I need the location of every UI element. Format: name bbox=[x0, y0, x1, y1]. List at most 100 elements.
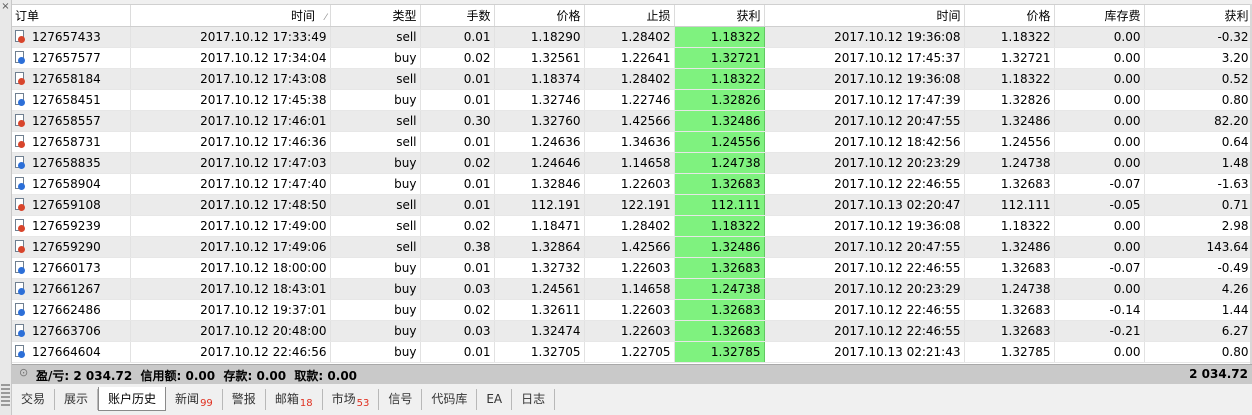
cell-open-time: 2017.10.12 17:34:04 bbox=[130, 47, 331, 69]
cell-open-time: 2017.10.12 17:43:08 bbox=[130, 68, 331, 90]
cell-profit: 2.98 bbox=[1144, 215, 1252, 237]
table-row[interactable]: 127657433 2017.10.12 17:33:49 sell 0.01 1.18… bbox=[12, 26, 1252, 48]
tab-5[interactable]: 邮箱18 bbox=[266, 389, 323, 410]
tab-7[interactable]: 信号 bbox=[379, 389, 423, 410]
cell-close-time: 2017.10.12 20:47:55 bbox=[764, 110, 965, 132]
cell-swap: -0.21 bbox=[1054, 320, 1145, 342]
cell-lots: 0.02 bbox=[420, 47, 495, 69]
tab-1[interactable]: 展示 bbox=[55, 389, 99, 410]
tab-badge: 53 bbox=[356, 398, 370, 409]
cell-order: 127657433 bbox=[12, 26, 131, 48]
drag-handle[interactable] bbox=[1, 384, 10, 408]
cell-stop-loss: 1.22603 bbox=[584, 173, 675, 195]
cell-lots: 0.01 bbox=[420, 194, 495, 216]
table-row[interactable]: 127659108 2017.10.12 17:48:50 sell 0.01 112.… bbox=[12, 194, 1252, 216]
column-header-lots[interactable]: 手数 bbox=[420, 5, 495, 27]
cell-close-price: 1.24738 bbox=[964, 152, 1055, 174]
cell-close-time: 2017.10.12 20:23:29 bbox=[764, 152, 965, 174]
table-row[interactable]: 127658557 2017.10.12 17:46:01 sell 0.30 1.32… bbox=[12, 110, 1252, 132]
cell-close-time: 2017.10.12 20:47:55 bbox=[764, 236, 965, 258]
cell-type: buy bbox=[330, 320, 421, 342]
table-row[interactable]: 127660173 2017.10.12 18:00:00 buy 0.01 1.327… bbox=[12, 257, 1252, 279]
table-row[interactable]: 127663706 2017.10.12 20:48:00 buy 0.03 1.324… bbox=[12, 320, 1252, 342]
cell-close-time: 2017.10.12 17:47:39 bbox=[764, 89, 965, 111]
cell-type: sell bbox=[330, 110, 421, 132]
side-toolbox-bar[interactable]: × bbox=[0, 0, 12, 415]
table-row[interactable]: 127658731 2017.10.12 17:46:36 sell 0.01 1.24… bbox=[12, 131, 1252, 153]
cell-profit: -0.32 bbox=[1144, 26, 1252, 48]
column-header-type[interactable]: 类型 bbox=[330, 5, 421, 27]
tab-badge: 99 bbox=[200, 398, 213, 409]
cell-close-time: 2017.10.12 19:36:08 bbox=[764, 215, 965, 237]
column-header-order[interactable]: 订单 bbox=[12, 5, 131, 27]
cell-order: 127658557 bbox=[12, 110, 131, 132]
column-header-take-profit[interactable]: 获利 bbox=[674, 5, 765, 27]
cell-profit: 0.71 bbox=[1144, 194, 1252, 216]
table-row[interactable]: 127661267 2017.10.12 18:43:01 buy 0.03 1.245… bbox=[12, 278, 1252, 300]
column-header-stop-loss[interactable]: 止损 bbox=[584, 5, 675, 27]
cell-lots: 0.30 bbox=[420, 110, 495, 132]
tab-3[interactable]: 新闻99 bbox=[166, 389, 223, 410]
cell-open-price: 112.191 bbox=[494, 194, 585, 216]
column-header-open-time[interactable]: 时间 ⁄ bbox=[130, 5, 331, 27]
cell-profit: 6.27 bbox=[1144, 320, 1252, 342]
tab-8[interactable]: 代码库 bbox=[422, 389, 478, 410]
cell-profit: 0.80 bbox=[1144, 341, 1252, 363]
cell-type: sell bbox=[330, 194, 421, 216]
column-header-profit[interactable]: 获利 bbox=[1144, 5, 1252, 27]
cell-type: buy bbox=[330, 152, 421, 174]
cell-swap: 0.00 bbox=[1054, 215, 1145, 237]
table-row[interactable]: 127659290 2017.10.12 17:49:06 sell 0.38 1.32… bbox=[12, 236, 1252, 258]
cell-lots: 0.02 bbox=[420, 152, 495, 174]
table-row[interactable]: 127658835 2017.10.12 17:47:03 buy 0.02 1.246… bbox=[12, 152, 1252, 174]
table-row[interactable]: 127662486 2017.10.12 19:37:01 buy 0.02 1.326… bbox=[12, 299, 1252, 321]
cell-take-profit: 1.18322 bbox=[674, 26, 765, 48]
cell-close-time: 2017.10.12 19:36:08 bbox=[764, 26, 965, 48]
table-row[interactable]: 127659239 2017.10.12 17:49:00 sell 0.02 1.18… bbox=[12, 215, 1252, 237]
sort-icon: ⁄ bbox=[324, 13, 327, 23]
column-header-close-price[interactable]: 价格 bbox=[964, 5, 1055, 27]
tab-2[interactable]: 账户历史 bbox=[98, 387, 167, 411]
cell-open-time: 2017.10.12 19:37:01 bbox=[130, 299, 331, 321]
cell-take-profit: 1.32683 bbox=[674, 320, 765, 342]
buy-order-icon bbox=[15, 282, 26, 295]
cell-open-price: 1.18374 bbox=[494, 68, 585, 90]
table-row[interactable]: 127664604 2017.10.12 22:46:56 buy 0.01 1.327… bbox=[12, 341, 1252, 363]
close-icon[interactable]: × bbox=[0, 2, 11, 12]
sell-order-icon bbox=[15, 30, 26, 43]
cell-order: 127662486 bbox=[12, 299, 131, 321]
tab-0[interactable]: 交易 bbox=[12, 389, 56, 410]
cell-swap: 0.00 bbox=[1054, 68, 1145, 90]
cell-open-price: 1.32474 bbox=[494, 320, 585, 342]
table-row[interactable]: 127657577 2017.10.12 17:34:04 buy 0.02 1.325… bbox=[12, 47, 1252, 69]
tab-9[interactable]: EA bbox=[477, 389, 513, 410]
cell-close-price: 1.32683 bbox=[964, 257, 1055, 279]
cell-stop-loss: 1.42566 bbox=[584, 110, 675, 132]
tab-10[interactable]: 日志 bbox=[512, 389, 556, 410]
table-row[interactable]: 127658451 2017.10.12 17:45:38 buy 0.01 1.327… bbox=[12, 89, 1252, 111]
cell-lots: 0.03 bbox=[420, 320, 495, 342]
cell-close-price: 1.32683 bbox=[964, 320, 1055, 342]
account-history-table: 订单 时间 ⁄ 类型 手数 价格 止损 获利 时间 价格 库存费 获利 12765… bbox=[12, 4, 1252, 365]
tab-6[interactable]: 市场53 bbox=[323, 389, 380, 410]
cell-open-price: 1.32611 bbox=[494, 299, 585, 321]
cell-stop-loss: 1.22641 bbox=[584, 47, 675, 69]
cell-close-price: 1.32683 bbox=[964, 299, 1055, 321]
cell-close-time: 2017.10.12 18:42:56 bbox=[764, 131, 965, 153]
cell-type: buy bbox=[330, 257, 421, 279]
cell-profit: 1.48 bbox=[1144, 152, 1252, 174]
cell-close-price: 1.32486 bbox=[964, 236, 1055, 258]
buy-order-icon bbox=[15, 156, 26, 169]
table-row[interactable]: 127658904 2017.10.12 17:47:40 buy 0.01 1.328… bbox=[12, 173, 1252, 195]
cell-stop-loss: 1.14658 bbox=[584, 278, 675, 300]
column-header-close-time[interactable]: 时间 bbox=[764, 5, 965, 27]
column-header-open-price[interactable]: 价格 bbox=[494, 5, 585, 27]
cell-open-time: 2017.10.12 18:43:01 bbox=[130, 278, 331, 300]
column-header-swap[interactable]: 库存费 bbox=[1054, 5, 1145, 27]
table-row[interactable]: 127658184 2017.10.12 17:43:08 sell 0.01 1.18… bbox=[12, 68, 1252, 90]
tab-4[interactable]: 警报 bbox=[223, 389, 266, 410]
cell-close-time: 2017.10.12 20:23:29 bbox=[764, 278, 965, 300]
cell-profit: -1.63 bbox=[1144, 173, 1252, 195]
cell-lots: 0.02 bbox=[420, 215, 495, 237]
cell-close-time: 2017.10.12 22:46:55 bbox=[764, 173, 965, 195]
